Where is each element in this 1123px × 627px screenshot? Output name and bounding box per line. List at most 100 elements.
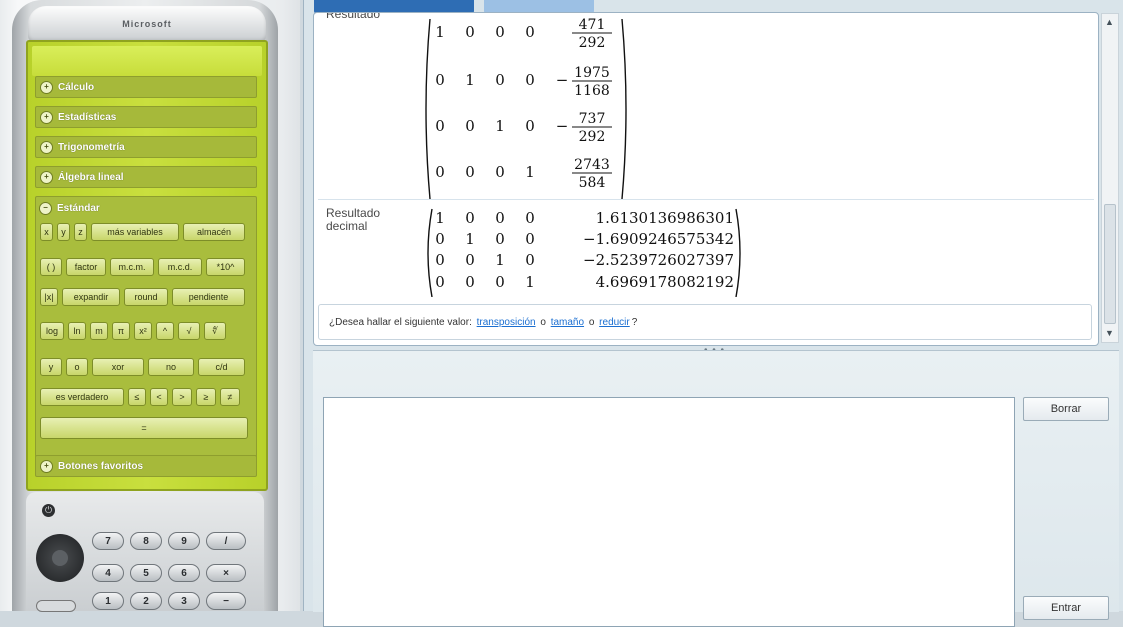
key-power[interactable]: ^ <box>156 322 174 340</box>
key-xor[interactable]: xor <box>92 358 144 376</box>
key-or[interactable]: o <box>66 358 88 376</box>
key-9[interactable]: 9 <box>168 532 200 550</box>
category-estandar[interactable]: − Estándar <box>35 197 257 219</box>
key-and[interactable]: y <box>40 358 62 376</box>
key-parentheses[interactable]: ( ) <box>40 258 62 276</box>
matrix-cell: 0 <box>525 251 535 269</box>
key-greater-equal[interactable]: ≥ <box>196 388 216 406</box>
category-label: Álgebra lineal <box>58 171 124 183</box>
key-ln[interactable]: ln <box>68 322 86 340</box>
fraction-numerator: 1975 <box>574 65 610 81</box>
category-estadisticas[interactable]: + Estadísticas <box>35 106 257 128</box>
key-greater[interactable]: > <box>172 388 192 406</box>
matrix-cell: 0 <box>435 273 445 291</box>
enter-button[interactable]: Entrar <box>1023 596 1109 620</box>
decimal-result-label: Resultado decimal <box>326 206 381 233</box>
key-expand[interactable]: expandir <box>62 288 120 306</box>
matrix-cell: 0 <box>495 273 505 291</box>
scroll-down-icon[interactable]: ▼ <box>1105 328 1114 338</box>
key-times-ten-power[interactable]: *10^ <box>206 258 245 276</box>
category-trigonometria[interactable]: + Trigonometría <box>35 136 257 158</box>
key-3[interactable]: 3 <box>168 592 200 610</box>
expression-input[interactable] <box>323 397 1015 627</box>
exact-result-block: Resultado 1 0 0 0 471 292 0 1 0 0−1975 1168 0 0 1 0−73… <box>318 13 1094 200</box>
matrix-cell: 0 <box>435 251 445 269</box>
key-fraction[interactable]: c/d <box>198 358 245 376</box>
key-pi[interactable]: π <box>112 322 130 340</box>
direction-pad[interactable] <box>36 534 84 582</box>
key-multiply[interactable]: × <box>206 564 246 582</box>
next-step-question: ¿Desea hallar el siguiente valor: transp… <box>318 304 1092 340</box>
matrix-cell: 1 <box>465 230 475 248</box>
key-x[interactable]: x <box>40 223 53 241</box>
key-7[interactable]: 7 <box>92 532 124 550</box>
key-equals[interactable]: = <box>40 417 248 439</box>
key-1[interactable]: 1 <box>92 592 124 610</box>
key-gcd[interactable]: m.c.d. <box>158 258 202 276</box>
link-reduce[interactable]: reducir <box>599 317 630 328</box>
key-lcm[interactable]: m.c.m. <box>110 258 154 276</box>
key-6[interactable]: 6 <box>168 564 200 582</box>
key-4[interactable]: 4 <box>92 564 124 582</box>
scroll-thumb[interactable] <box>1104 204 1116 324</box>
key-log[interactable]: log <box>40 322 64 340</box>
matrix-cell: 1 <box>465 71 475 89</box>
key-store[interactable]: almacén <box>183 223 245 241</box>
minus-sign: − <box>556 71 569 89</box>
decimal-result-block: Resultado decimal 1 0 0 0 1.6130136986301 0 1 0… <box>318 201 1094 297</box>
collapse-icon: − <box>39 201 52 215</box>
key-2[interactable]: 2 <box>130 592 162 610</box>
matrix-decimal-value: 1.6130136986301 <box>596 209 734 227</box>
brand-logo: Microsoft <box>122 19 172 29</box>
key-z[interactable]: z <box>74 223 87 241</box>
matrix-cell: 1 <box>525 163 535 181</box>
expand-icon: + <box>40 110 53 124</box>
power-icon[interactable]: ⏻ <box>42 504 55 517</box>
clear-button[interactable]: Borrar <box>1023 397 1109 421</box>
category-label: Cálculo <box>58 81 95 93</box>
key-absolute[interactable]: |x| <box>40 288 58 306</box>
results-scrollbar[interactable]: ▲ ▼ <box>1101 13 1119 343</box>
key-square[interactable]: x² <box>134 322 152 340</box>
key-y[interactable]: y <box>57 223 70 241</box>
exact-result-label: Resultado <box>326 12 381 21</box>
link-size[interactable]: tamaño <box>551 317 584 328</box>
matrix-decimal-value: 4.6969178082192 <box>596 273 734 291</box>
scroll-up-icon[interactable]: ▲ <box>1105 17 1114 27</box>
key-5[interactable]: 5 <box>130 564 162 582</box>
matrix-decimal-value: −2.5239726027397 <box>583 251 734 269</box>
expand-icon: + <box>40 80 53 94</box>
fraction-denominator: 584 <box>579 175 606 191</box>
matrix-cell: 0 <box>525 117 535 135</box>
category-calculo[interactable]: + Cálculo <box>35 76 257 98</box>
category-label: Estándar <box>57 202 100 214</box>
fraction-denominator: 292 <box>579 129 606 145</box>
matrix-cell: 0 <box>525 23 535 41</box>
key-nth-root[interactable]: ∜ <box>204 322 226 340</box>
key-sqrt[interactable]: √ <box>178 322 200 340</box>
matrix-cell: 0 <box>465 209 475 227</box>
key-factor[interactable]: factor <box>66 258 106 276</box>
key-slope[interactable]: pendiente <box>172 288 245 306</box>
link-transpose[interactable]: transposición <box>477 317 536 328</box>
fraction-numerator: 2743 <box>574 157 610 173</box>
category-algebra-lineal[interactable]: + Álgebra lineal <box>35 166 257 188</box>
matrix-cell: 1 <box>495 251 505 269</box>
key-less[interactable]: < <box>150 388 168 406</box>
fraction-denominator: 292 <box>579 35 606 51</box>
key-m[interactable]: m <box>90 322 108 340</box>
matrix-cell: 0 <box>435 117 445 135</box>
dpad-center-button[interactable] <box>52 550 68 566</box>
key-less-equal[interactable]: ≤ <box>128 388 146 406</box>
key-not[interactable]: no <box>148 358 194 376</box>
key-more-variables[interactable]: más variables <box>91 223 179 241</box>
key-divide[interactable]: / <box>206 532 246 550</box>
key-not-equal[interactable]: ≠ <box>220 388 240 406</box>
category-favoritos[interactable]: + Botones favoritos <box>35 455 257 477</box>
key-is-true[interactable]: es verdadero <box>40 388 124 406</box>
bottom-soft-key[interactable] <box>36 600 76 612</box>
key-8[interactable]: 8 <box>130 532 162 550</box>
key-subtract[interactable]: − <box>206 592 246 610</box>
matrix-cell: 0 <box>465 251 475 269</box>
key-round[interactable]: round <box>124 288 168 306</box>
